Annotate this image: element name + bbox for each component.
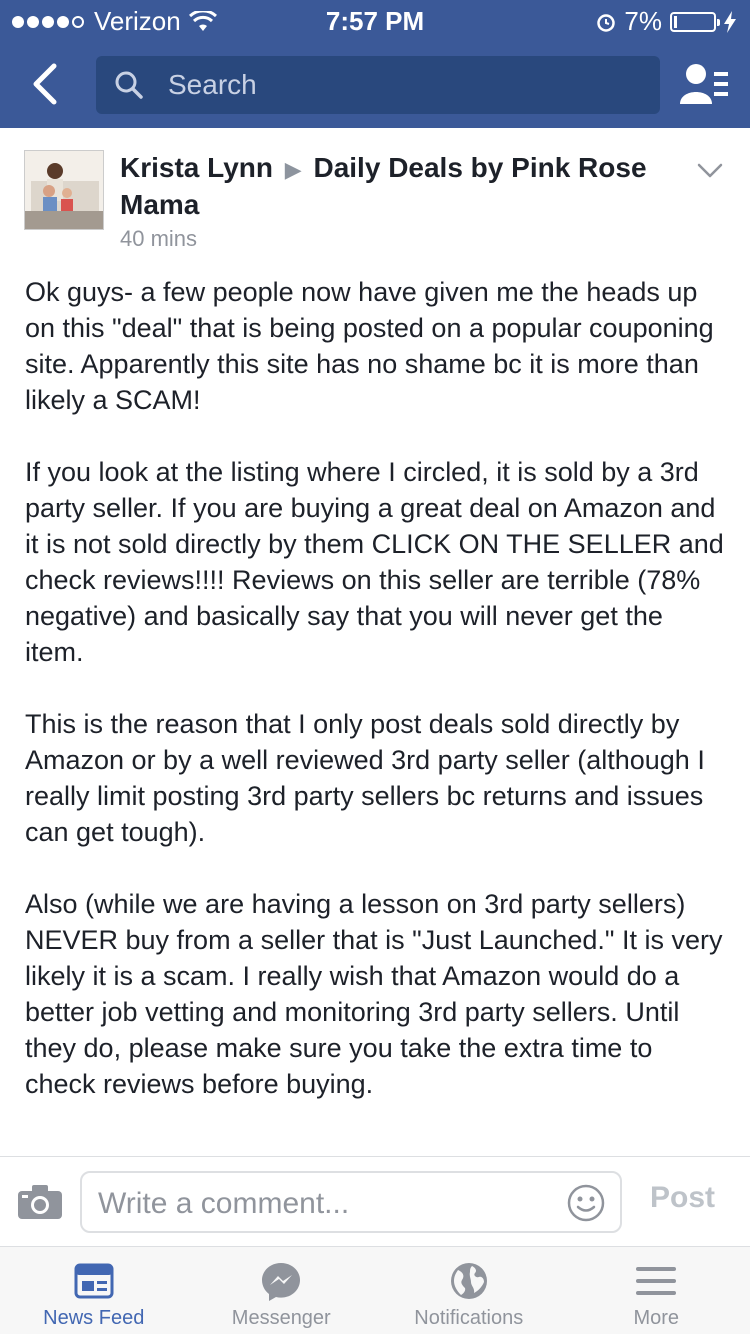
post-paragraph: If you look at the listing where I circl… (25, 457, 724, 667)
camera-icon[interactable] (18, 1185, 62, 1219)
alarm-icon (597, 13, 616, 32)
friend-requests-icon[interactable] (680, 60, 730, 108)
play-arrow-icon: ▶ (284, 157, 302, 182)
tab-label: News Feed (43, 1307, 145, 1329)
post-paragraph: Ok guys- a few people now have given me … (25, 277, 714, 415)
back-arrow-icon[interactable] (28, 62, 62, 106)
comment-input[interactable] (98, 1187, 538, 1221)
globe-icon (450, 1263, 487, 1299)
avatar-photo (25, 151, 103, 229)
battery-icon (670, 11, 720, 32)
news-feed-icon (74, 1263, 114, 1299)
search-bar[interactable] (96, 56, 660, 114)
author-name[interactable]: Krista Lynn (120, 152, 273, 183)
tab-label: Notifications (414, 1307, 524, 1329)
post-header: Krista Lynn ▶ Daily Deals by Pink Rose M… (120, 150, 660, 222)
comment-field[interactable] (80, 1171, 622, 1233)
status-right: 7% (596, 6, 736, 37)
charging-icon (724, 10, 736, 33)
messenger-icon (262, 1263, 301, 1301)
avatar[interactable] (24, 150, 104, 230)
emoji-icon[interactable] (566, 1183, 606, 1223)
tab-notifications[interactable]: Notifications (375, 1247, 563, 1334)
status-bar: Verizon 7:57 PM 7% (0, 0, 750, 40)
post-text: Ok guys- a few people now have given me … (25, 274, 725, 1138)
post-timestamp[interactable]: 40 mins (120, 226, 197, 252)
top-nav-bar: Verizon 7:57 PM 7% (0, 0, 750, 128)
menu-icon (636, 1267, 677, 1295)
tab-messenger[interactable]: Messenger (188, 1247, 376, 1334)
tab-news-feed[interactable]: News Feed (0, 1247, 188, 1334)
post-paragraph: This is the reason that I only post deal… (25, 709, 705, 847)
search-input[interactable] (168, 69, 628, 101)
post-paragraph: Also (while we are having a lesson on 3r… (25, 889, 723, 1099)
tab-label: More (633, 1307, 680, 1329)
chevron-down-icon[interactable] (696, 162, 724, 180)
battery-percent: 7% (624, 6, 662, 36)
bottom-tab-bar: News Feed Messenger Notifications More (0, 1246, 750, 1334)
tab-label: Messenger (231, 1307, 331, 1329)
comment-composer: Post (0, 1156, 750, 1246)
post-comment-button[interactable]: Post (650, 1181, 715, 1215)
search-icon (115, 71, 143, 99)
tab-more[interactable]: More (563, 1247, 750, 1334)
